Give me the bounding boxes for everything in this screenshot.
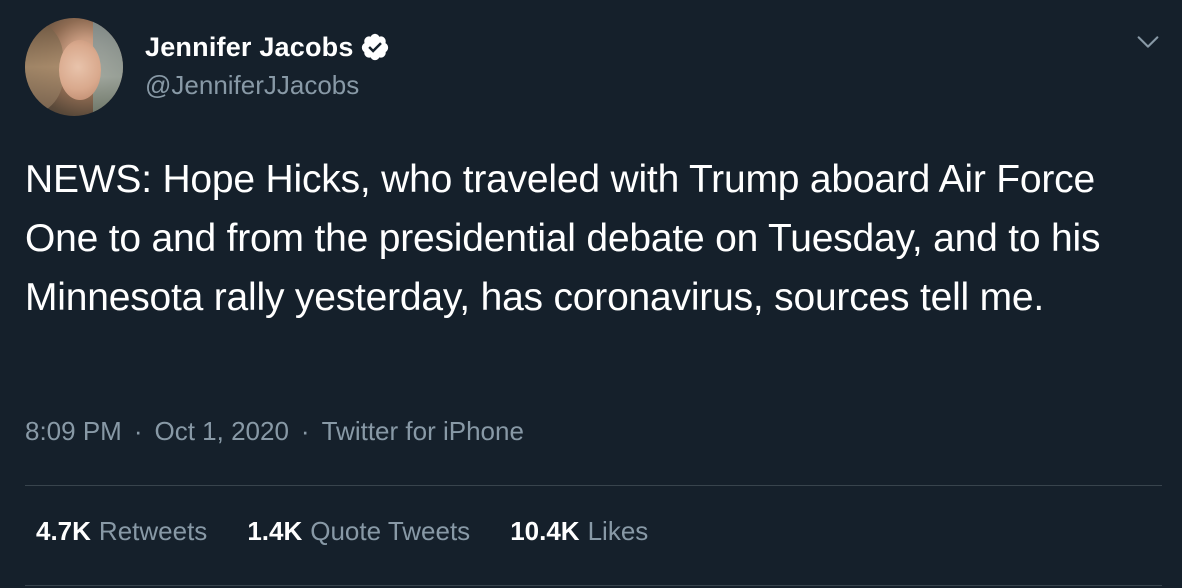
avatar-hair bbox=[25, 18, 63, 116]
likes-count: 10.4K bbox=[510, 516, 580, 546]
tweet-card: Jennifer Jacobs @JenniferJJacobs NEWS: H… bbox=[0, 0, 1182, 588]
divider-top bbox=[25, 485, 1162, 486]
author-handle[interactable]: @JenniferJJacobs bbox=[145, 70, 359, 101]
tweet-source[interactable]: Twitter for iPhone bbox=[322, 416, 524, 447]
tweet-date[interactable]: Oct 1, 2020 bbox=[155, 416, 289, 447]
likes-label: Likes bbox=[587, 516, 649, 546]
divider-bottom bbox=[25, 585, 1162, 586]
avatar-face bbox=[59, 40, 101, 100]
quote-tweets-label: Quote Tweets bbox=[310, 516, 471, 546]
meta-separator: · bbox=[300, 416, 310, 446]
retweets-stat[interactable]: 4.7K Retweets bbox=[36, 516, 207, 547]
retweets-count: 4.7K bbox=[36, 516, 91, 546]
quote-tweets-stat[interactable]: 1.4K Quote Tweets bbox=[247, 516, 470, 547]
verified-badge-icon bbox=[361, 33, 388, 61]
chevron-down-icon[interactable] bbox=[1134, 28, 1162, 56]
quote-tweets-count: 1.4K bbox=[247, 516, 303, 546]
likes-stat[interactable]: 10.4K Likes bbox=[510, 516, 648, 547]
tweet-time[interactable]: 8:09 PM bbox=[25, 416, 122, 447]
author-avatar[interactable] bbox=[25, 18, 123, 116]
retweets-label: Retweets bbox=[98, 516, 208, 546]
meta-separator: · bbox=[133, 416, 143, 446]
author-name[interactable]: Jennifer Jacobs bbox=[145, 32, 354, 63]
author-name-row[interactable]: Jennifer Jacobs bbox=[145, 30, 390, 64]
tweet-meta: 8:09 PM · Oct 1, 2020 · Twitter for iPho… bbox=[25, 416, 524, 447]
tweet-stats: 4.7K Retweets 1.4K Quote Tweets 10.4K Li… bbox=[36, 516, 688, 547]
tweet-text: NEWS: Hope Hicks, who traveled with Trum… bbox=[25, 158, 1101, 319]
